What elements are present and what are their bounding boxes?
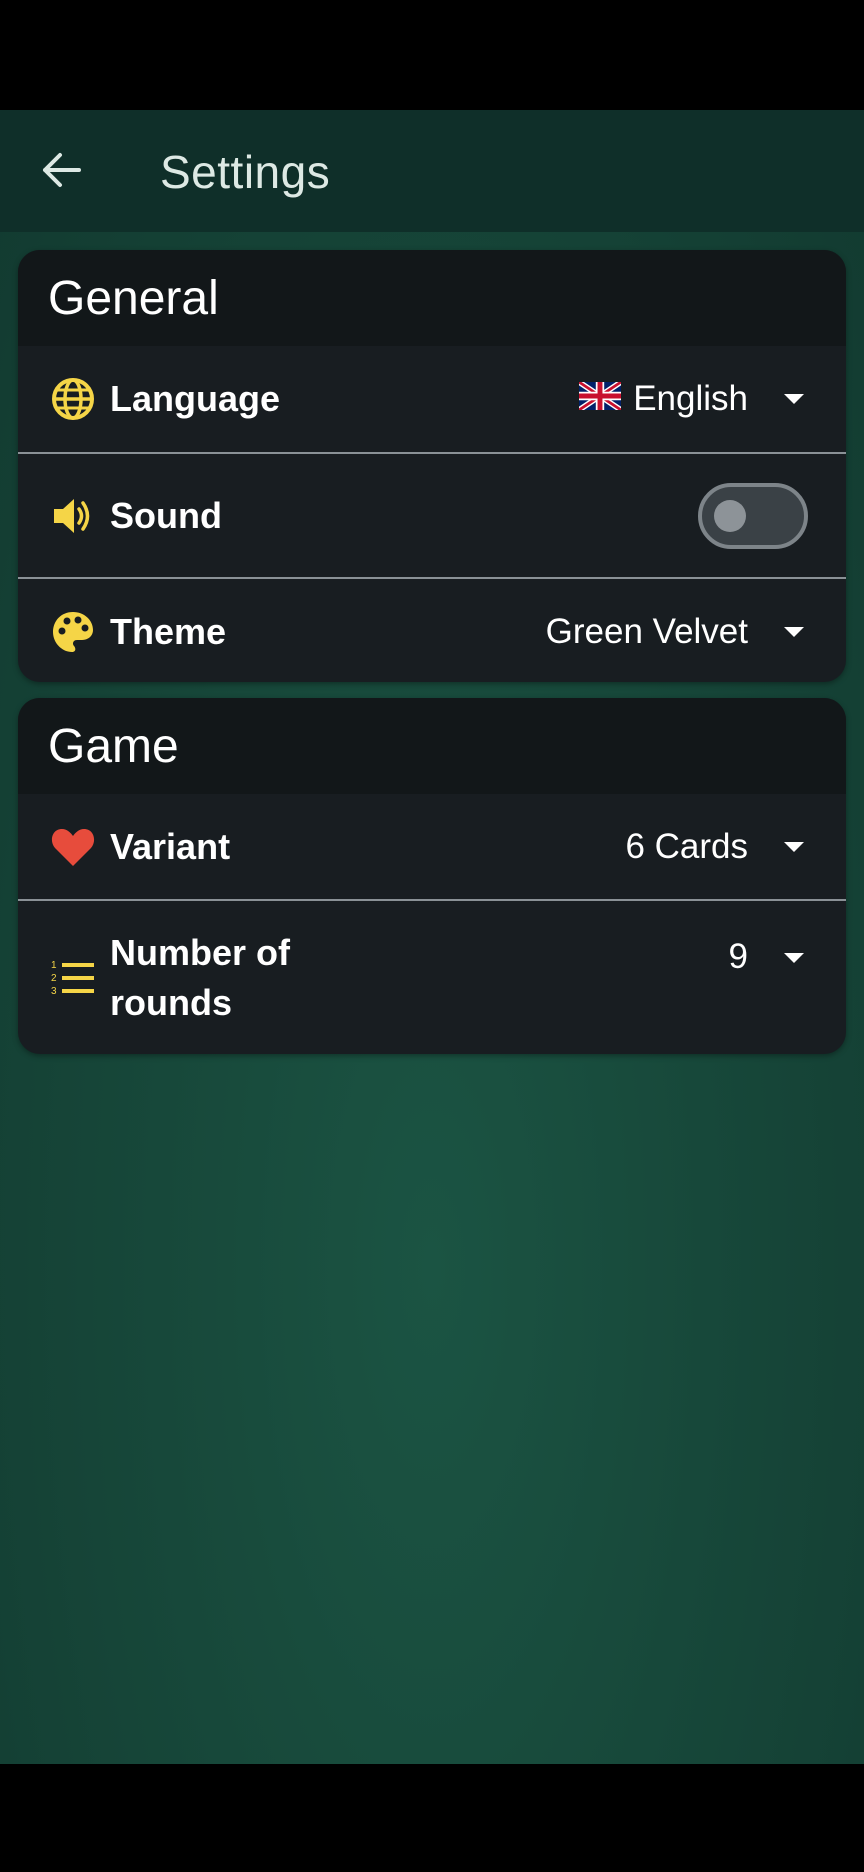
theme-label: Theme bbox=[110, 610, 227, 652]
uk-flag-icon bbox=[577, 379, 623, 419]
app-bar: Settings bbox=[0, 110, 864, 232]
rounds-setting-row[interactable]: 1 2 3 Number of rounds 9 bbox=[18, 899, 846, 1054]
sound-toggle-knob bbox=[714, 499, 746, 532]
general-section-card: General Language English Sound Theme Gre… bbox=[18, 250, 846, 682]
theme-value: Green Velvet bbox=[545, 611, 748, 651]
speaker-icon bbox=[50, 493, 96, 539]
heart-icon bbox=[50, 824, 96, 870]
variant-label: Variant bbox=[110, 825, 231, 867]
sound-toggle[interactable] bbox=[698, 482, 808, 549]
rounds-dropdown[interactable]: 9 bbox=[729, 937, 748, 977]
chevron-down-icon[interactable] bbox=[784, 626, 804, 637]
chevron-down-icon[interactable] bbox=[784, 394, 804, 404]
language-setting-row[interactable]: Language English bbox=[18, 346, 846, 452]
svg-text:2: 2 bbox=[51, 973, 57, 984]
variant-dropdown[interactable]: 6 Cards bbox=[625, 827, 748, 867]
back-button[interactable] bbox=[30, 140, 94, 204]
theme-setting-row[interactable]: Theme Green Velvet bbox=[18, 577, 846, 682]
status-bar bbox=[0, 0, 864, 110]
globe-icon bbox=[50, 376, 96, 422]
settings-screen: Settings General Language English Sound … bbox=[0, 110, 864, 1764]
palette-icon bbox=[50, 609, 96, 655]
rounds-value: 9 bbox=[728, 937, 748, 976]
language-dropdown[interactable]: English bbox=[577, 379, 748, 419]
language-label: Language bbox=[110, 378, 281, 419]
game-section-title: Game bbox=[18, 698, 846, 794]
arrow-left-icon bbox=[42, 152, 82, 193]
svg-text:3: 3 bbox=[51, 986, 57, 997]
chevron-down-icon[interactable] bbox=[784, 841, 804, 852]
general-section-title: General bbox=[18, 250, 846, 346]
numbered-list-icon: 1 2 3 bbox=[50, 955, 96, 1001]
variant-value: 6 Cards bbox=[625, 826, 748, 866]
sound-setting-row[interactable]: Sound bbox=[18, 452, 846, 577]
chevron-down-icon[interactable] bbox=[784, 953, 804, 963]
game-section-card: Game Variant 6 Cards 1 2 3 Number of rou… bbox=[18, 698, 846, 1054]
navigation-bar bbox=[0, 1764, 864, 1872]
language-value: English bbox=[633, 379, 748, 418]
page-title: Settings bbox=[160, 146, 331, 198]
sound-label: Sound bbox=[110, 494, 222, 536]
theme-dropdown[interactable]: Green Velvet bbox=[546, 612, 748, 652]
rounds-label: Number of rounds bbox=[110, 931, 290, 1023]
variant-setting-row[interactable]: Variant 6 Cards bbox=[18, 794, 846, 899]
svg-text:1: 1 bbox=[51, 960, 57, 971]
